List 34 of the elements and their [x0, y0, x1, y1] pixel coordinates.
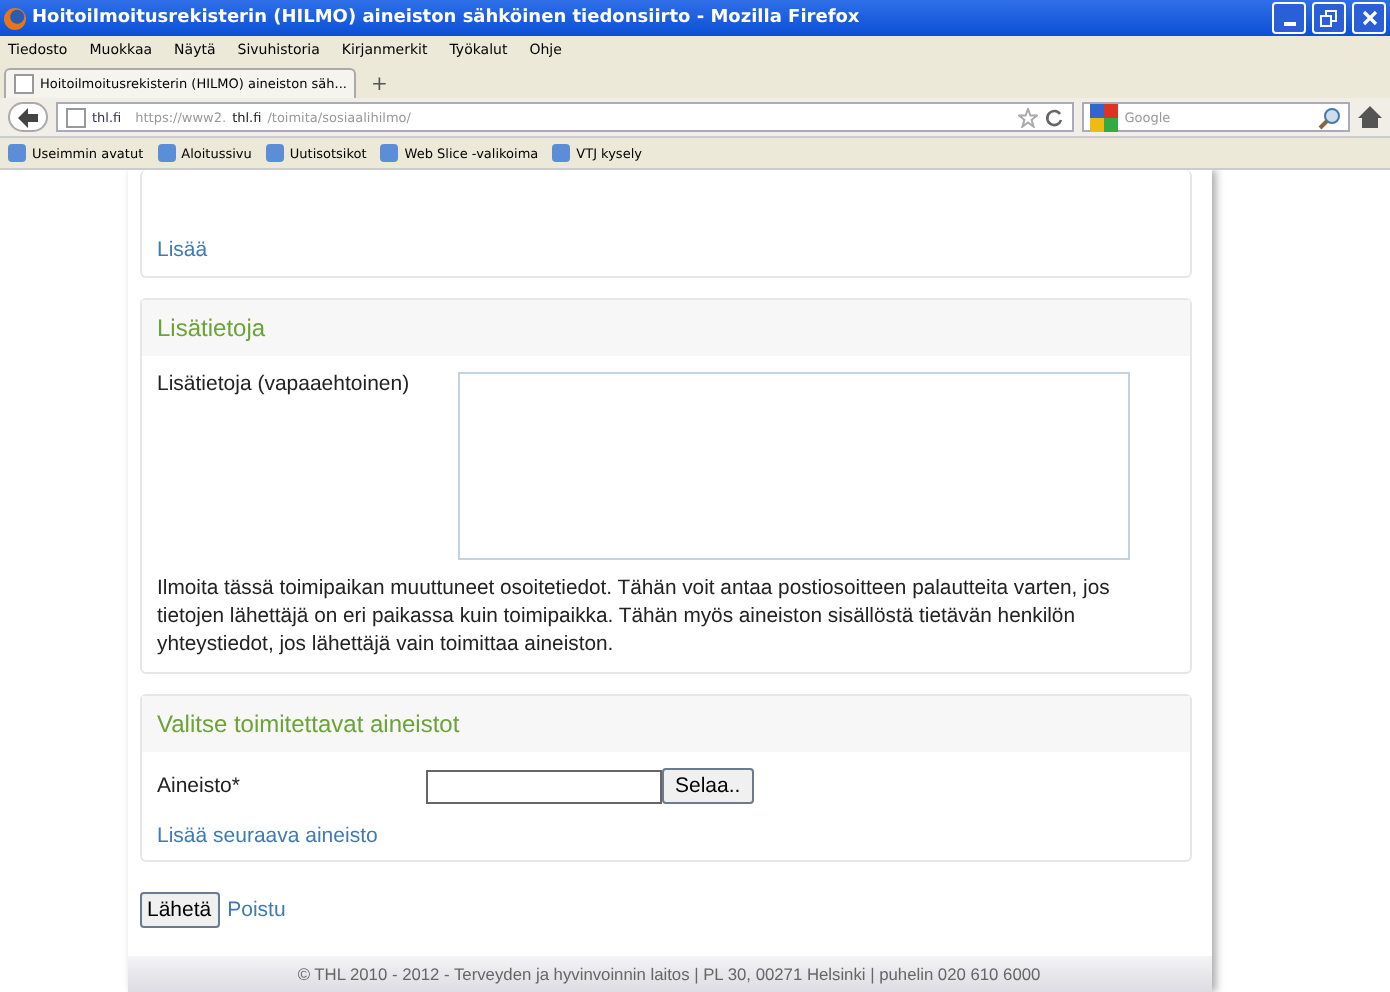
- star-icon[interactable]: [1018, 107, 1039, 127]
- window-title: Hoitoilmoitusrekisterin (HILMO) aineiston sähköinen tiedonsiirto - Mozilla Firefox: [32, 8, 862, 28]
- page-icon: [65, 107, 86, 127]
- section-title: Lisätietoja: [141, 300, 1189, 356]
- search-engine-icon: [1090, 103, 1119, 131]
- restore-icon: [1320, 9, 1338, 27]
- browser-logo-icon: [4, 7, 26, 29]
- file-path-field[interactable]: [425, 769, 661, 803]
- new-tab-button[interactable]: +: [360, 70, 398, 98]
- bookmark-icon: [8, 144, 26, 162]
- back-button[interactable]: [8, 102, 48, 132]
- bookmark-icon: [552, 144, 571, 162]
- browse-button[interactable]: Selaa..: [661, 768, 755, 804]
- submit-button[interactable]: Lähetä: [139, 892, 220, 928]
- bookmark-icon: [380, 144, 399, 162]
- bookmark-icon: [265, 144, 284, 162]
- minimize-button[interactable]: [1272, 2, 1306, 34]
- exit-link[interactable]: Poistu: [227, 898, 286, 922]
- footer: © THL 2010 - 2012 - Terveyden ja hyvinvoinnin laitos | PL 30, 00271 Helsinki | puhelin 020 610 6000: [127, 956, 1211, 992]
- search-icon[interactable]: [1318, 105, 1343, 129]
- close-icon: [1361, 10, 1377, 26]
- close-button[interactable]: [1352, 2, 1386, 34]
- bookmark-icon: [157, 144, 176, 162]
- add-file-link[interactable]: Lisää seuraava aineisto: [157, 824, 1173, 848]
- help-text: Ilmoita tässä toimipaikan muuttuneet osoitetiedot. Tähän voit antaa postiosoitteen palautteita varten, jos tietojen lähettäjä on eri paikassa kuin toimipaikka. Tähän myös aineiston sisällöstä tietävän henkilön yhteystiedot, jos lähettäjä vain toimittaa aineiston.: [157, 576, 1112, 660]
- field-label: Aineisto*: [157, 774, 242, 798]
- reload-icon[interactable]: [1044, 107, 1065, 127]
- field-label: Lisätietoja (vapaaehtoinen): [157, 372, 412, 400]
- restore-button[interactable]: [1312, 2, 1346, 34]
- section-title: Valitse toimitettavat aineistot: [141, 696, 1189, 752]
- back-arrow-icon: [15, 107, 40, 127]
- page-icon: [14, 74, 34, 94]
- additional-info-field[interactable]: [457, 372, 1129, 560]
- home-icon[interactable]: [1358, 106, 1382, 128]
